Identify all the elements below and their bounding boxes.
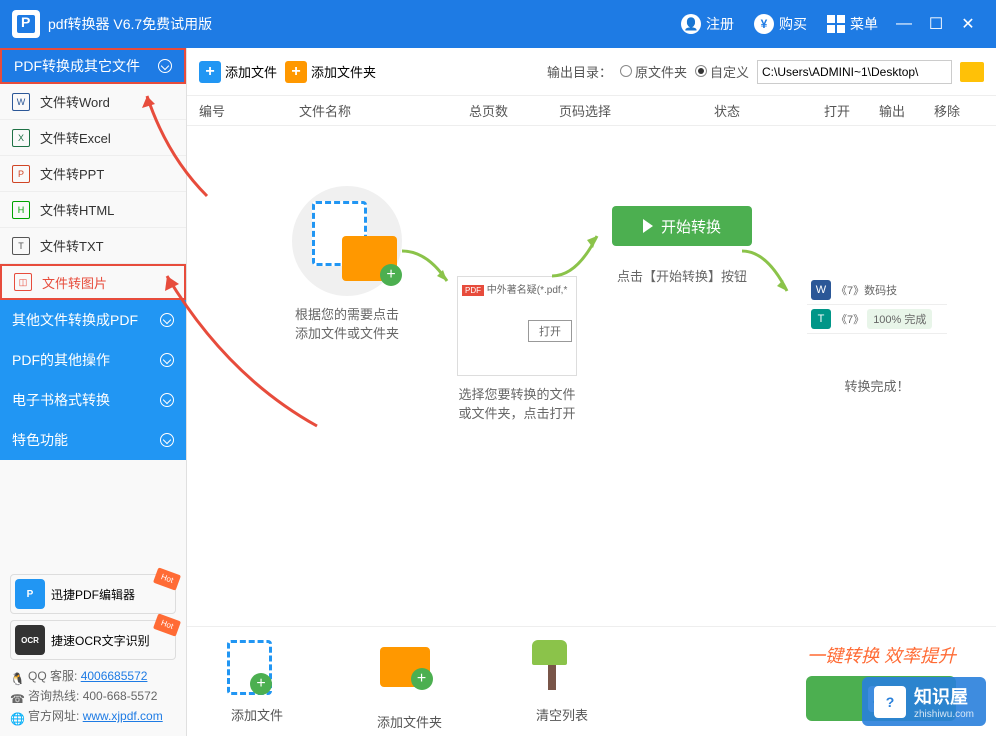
buy-button[interactable]: ¥购买	[754, 14, 807, 34]
qq-icon: 🐧	[10, 669, 24, 683]
chevron-icon	[160, 433, 174, 447]
promo-text: 一键转换 效率提升	[806, 642, 956, 668]
col-pages: 总页数	[469, 101, 559, 120]
table-header: 编号 文件名称 总页数 页码选择 状态 打开 输出 移除	[187, 96, 996, 126]
grid-icon	[827, 15, 845, 33]
maximize-button[interactable]: ☐	[920, 14, 952, 34]
txt-icon: T	[12, 237, 30, 255]
add-folder-button[interactable]: +添加文件夹	[285, 61, 376, 83]
bottom-clear[interactable]: 清空列表	[532, 640, 592, 724]
sidebar-header[interactable]: PDF转换成其它文件	[0, 48, 186, 84]
radio-custom[interactable]: 自定义	[695, 62, 749, 81]
app-logo	[12, 10, 40, 38]
plus-icon: +	[285, 61, 307, 83]
col-open: 打开	[824, 101, 879, 120]
sidebar-cat-pdf-ops[interactable]: PDF的其他操作	[0, 340, 186, 380]
play-icon	[643, 219, 653, 233]
tutorial-area: + 根据您的需要点击 添加文件或文件夹 PDF 中外著名疑(*.pdf,*打开 …	[187, 126, 996, 626]
col-range: 页码选择	[559, 101, 714, 120]
toolbar: +添加文件 +添加文件夹 输出目录： 原文件夹 自定义	[187, 48, 996, 96]
content-area: +添加文件 +添加文件夹 输出目录： 原文件夹 自定义 编号 文件名称 总页数 …	[187, 48, 996, 736]
open-preview-button: 打开	[528, 320, 572, 342]
app-title: pdf转换器 V6.7免费试用版	[48, 14, 671, 34]
sidebar-item-html[interactable]: H文件转HTML	[0, 192, 186, 228]
flow-arrow-3	[737, 246, 797, 306]
sidebar-item-word[interactable]: W文件转Word	[0, 84, 186, 120]
col-filename: 文件名称	[299, 101, 469, 120]
excel-icon: X	[12, 129, 30, 147]
qq-link[interactable]: 4006685572	[81, 666, 148, 686]
html-icon: H	[12, 201, 30, 219]
complete-badge: 100% 完成	[867, 309, 932, 329]
bottom-add-folder[interactable]: +添加文件夹	[377, 632, 442, 731]
chevron-icon	[160, 313, 174, 327]
site-link[interactable]: www.xjpdf.com	[83, 706, 163, 726]
flow-arrow-1	[397, 246, 457, 296]
sidebar-cat-other-to-pdf[interactable]: 其他文件转换成PDF	[0, 300, 186, 340]
image-icon: ◫	[14, 273, 32, 291]
tutorial-step4: W《7》数码技 T《7》 100% 完成 转换完成！	[777, 276, 977, 395]
add-file-button[interactable]: +添加文件	[199, 61, 277, 83]
col-index: 编号	[199, 101, 299, 120]
start-convert-preview: 开始转换	[612, 206, 752, 246]
hot-badge: Hot	[153, 613, 181, 636]
word-icon: W	[12, 93, 30, 111]
sidebar-item-excel[interactable]: X文件转Excel	[0, 120, 186, 156]
contact-phone: ☎咨询热线: 400-668-5572	[10, 686, 176, 706]
close-button[interactable]: ✕	[952, 14, 984, 34]
bottom-add-file[interactable]: +添加文件	[227, 640, 287, 724]
plus-icon: +	[199, 61, 221, 83]
menu-button[interactable]: 菜单	[827, 14, 878, 34]
sidebar-cat-ebook[interactable]: 电子书格式转换	[0, 380, 186, 420]
watermark-icon: ?	[874, 686, 906, 718]
chevron-icon	[160, 393, 174, 407]
sidebar-item-ppt[interactable]: P文件转PPT	[0, 156, 186, 192]
yen-icon: ¥	[754, 14, 774, 34]
chevron-down-icon	[158, 59, 172, 73]
col-status: 状态	[714, 101, 824, 120]
watermark: ? 知识屋zhishiwu.com	[862, 677, 986, 726]
ppt-icon: P	[12, 165, 30, 183]
hot-badge: Hot	[153, 567, 181, 590]
ad-ocr[interactable]: OCR捷速OCR文字识别Hot	[10, 620, 176, 660]
col-output: 输出	[879, 101, 934, 120]
sidebar: PDF转换成其它文件 W文件转Word X文件转Excel P文件转PPT H文…	[0, 48, 187, 736]
contact-site: 🌐官方网址: www.xjpdf.com	[10, 706, 176, 726]
chevron-icon	[160, 353, 174, 367]
output-path-input[interactable]	[757, 60, 952, 84]
tutorial-step2: PDF 中外著名疑(*.pdf,*打开 选择您要转换的文件 或文件夹，点击打开	[417, 276, 617, 422]
browse-folder-button[interactable]	[960, 62, 984, 82]
titlebar: pdf转换器 V6.7免费试用版 👤注册 ¥购买 菜单 — ☐ ✕	[0, 0, 996, 48]
sidebar-cat-special[interactable]: 特色功能	[0, 420, 186, 460]
minimize-button[interactable]: —	[888, 15, 920, 33]
ad-pdf-editor[interactable]: P迅捷PDF编辑器Hot	[10, 574, 176, 614]
globe-icon: 🌐	[10, 709, 24, 723]
register-button[interactable]: 👤注册	[681, 14, 734, 34]
pdf-editor-icon: P	[15, 579, 45, 609]
sidebar-item-txt[interactable]: T文件转TXT	[0, 228, 186, 264]
col-remove: 移除	[934, 101, 984, 120]
flow-arrow-2	[547, 226, 607, 286]
sidebar-item-image[interactable]: ◫文件转图片	[0, 264, 186, 300]
phone-icon: ☎	[10, 689, 24, 703]
output-label: 输出目录：	[547, 62, 612, 81]
ocr-icon: OCR	[15, 625, 45, 655]
radio-original[interactable]: 原文件夹	[620, 62, 687, 81]
user-icon: 👤	[681, 14, 701, 34]
contact-qq: 🐧QQ 客服: 4006685572	[10, 666, 176, 686]
